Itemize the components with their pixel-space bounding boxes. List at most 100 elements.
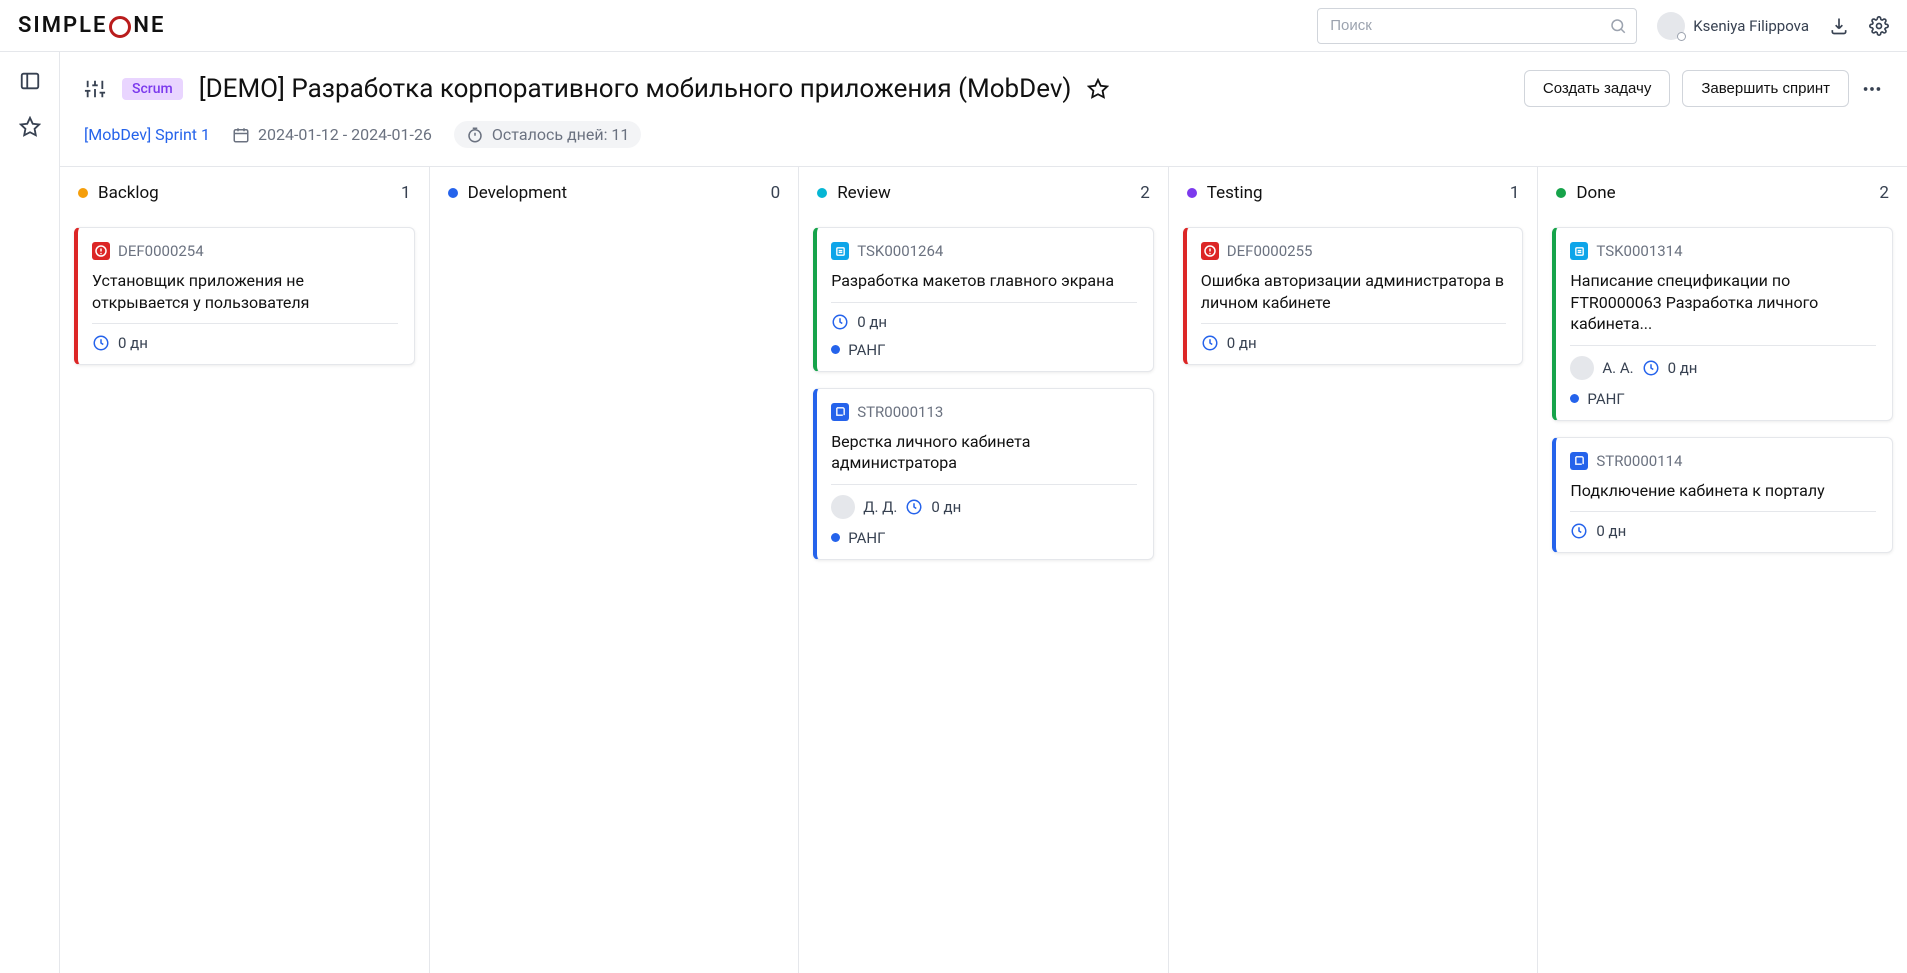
logo[interactable]: SIMPLENE xyxy=(18,13,165,38)
task-id: TSK0001314 xyxy=(1596,242,1682,260)
date-range-text: 2024-01-12 - 2024-01-26 xyxy=(258,125,432,144)
card-meta: 0 дн xyxy=(831,313,1137,331)
assignee-avatar xyxy=(1570,356,1594,380)
gear-icon[interactable] xyxy=(1869,16,1889,36)
column-count: 1 xyxy=(401,183,411,203)
column-title: Testing xyxy=(1207,183,1500,203)
clock-icon xyxy=(1642,359,1660,377)
page-header: Scrum [DEMO] Разработка корпоративного м… xyxy=(60,52,1907,166)
task-card[interactable]: DEF0000255 Ошибка авторизации администрат… xyxy=(1183,227,1524,365)
sliders-icon[interactable] xyxy=(84,78,106,100)
task-id: STR0000113 xyxy=(857,403,943,421)
task-title: Установщик приложения не открывается у п… xyxy=(92,270,398,313)
column-header: Backlog1 xyxy=(60,167,429,219)
task-type-icon xyxy=(1570,242,1588,260)
duration: 0 дн xyxy=(1596,522,1626,540)
card-meta: Д. Д. 0 дн xyxy=(831,495,1137,519)
column-review: Review 2 TSK0001264 Разработка макетов глав… xyxy=(799,167,1169,973)
duration: 0 дн xyxy=(1668,359,1698,377)
column-body: DEF0000254 Установщик приложения не откры… xyxy=(60,219,429,373)
task-id: TSK0001264 xyxy=(857,242,943,260)
panel-icon[interactable] xyxy=(19,70,41,92)
column-count: 2 xyxy=(1879,183,1889,203)
card-id-row: TSK0001264 xyxy=(831,242,1137,260)
tag-label: РАНГ xyxy=(848,341,885,359)
task-title: Верстка личного кабинета администратора xyxy=(831,431,1137,474)
card-id-row: STR0000113 xyxy=(831,403,1137,421)
column-title: Done xyxy=(1576,183,1869,203)
methodology-tag: Scrum xyxy=(122,78,183,100)
column-title: Development xyxy=(468,183,761,203)
favorite-star-icon[interactable] xyxy=(1087,78,1109,100)
card-tag: РАНГ xyxy=(831,341,1137,359)
tag-dot-icon xyxy=(1570,394,1579,403)
column-header: Development0 xyxy=(430,167,799,219)
column-title: Review xyxy=(837,183,1130,203)
tag-dot-icon xyxy=(831,345,840,354)
more-icon[interactable] xyxy=(1861,78,1883,100)
task-title: Ошибка авторизации администратора в личн… xyxy=(1201,270,1507,313)
duration: 0 дн xyxy=(1227,334,1257,352)
clock-icon xyxy=(905,498,923,516)
finish-sprint-button[interactable]: Завершить спринт xyxy=(1682,70,1849,107)
tag-label: РАНГ xyxy=(1587,390,1624,408)
task-id: DEF0000255 xyxy=(1227,242,1313,260)
download-icon[interactable] xyxy=(1829,16,1849,36)
card-id-row: TSK0001314 xyxy=(1570,242,1876,260)
days-remaining-text: Осталось дней: 11 xyxy=(492,125,630,144)
duration: 0 дн xyxy=(857,313,887,331)
user-chip[interactable]: Kseniya Filippova xyxy=(1657,12,1809,40)
task-card[interactable]: TSK0001314 Написание спецификации по FTR0… xyxy=(1552,227,1893,421)
card-meta: 0 дн xyxy=(1201,334,1507,352)
column-dot-icon xyxy=(78,188,88,198)
column-dot-icon xyxy=(817,188,827,198)
logo-o-icon xyxy=(109,16,131,38)
card-divider xyxy=(831,484,1137,485)
star-icon[interactable] xyxy=(19,116,41,138)
column-count: 1 xyxy=(1510,183,1520,203)
task-card[interactable]: STR0000114Подключение кабинета к порталу… xyxy=(1552,437,1893,554)
task-id: DEF0000254 xyxy=(118,242,204,260)
column-body: TSK0001314 Написание спецификации по FTR0… xyxy=(1538,219,1907,561)
column-body xyxy=(430,219,799,235)
create-task-button[interactable]: Создать задачу xyxy=(1524,70,1670,107)
column-count: 2 xyxy=(1140,183,1150,203)
avatar xyxy=(1657,12,1685,40)
column-header: Done 2 xyxy=(1538,167,1907,219)
card-id-row: DEF0000254 xyxy=(92,242,398,260)
sprint-link[interactable]: [MobDev] Sprint 1 xyxy=(84,125,210,144)
timer-icon xyxy=(466,126,484,144)
assignee-name: А. А. xyxy=(1602,359,1633,377)
assignee-name: Д. Д. xyxy=(863,498,897,516)
task-title: Написание спецификации по FTR0000063 Раз… xyxy=(1570,270,1876,335)
card-divider xyxy=(1201,323,1507,324)
column-dot-icon xyxy=(448,188,458,198)
search-input[interactable] xyxy=(1317,8,1637,44)
assignee-chip: А. А. xyxy=(1570,356,1633,380)
left-rail xyxy=(0,52,60,973)
task-type-icon xyxy=(831,403,849,421)
calendar-icon xyxy=(232,126,250,144)
card-divider xyxy=(1570,511,1876,512)
task-card[interactable]: DEF0000254 Установщик приложения не откры… xyxy=(74,227,415,365)
duration: 0 дн xyxy=(118,334,148,352)
search-icon[interactable] xyxy=(1609,17,1627,35)
task-title: Разработка макетов главного экрана xyxy=(831,270,1137,292)
card-divider xyxy=(1570,345,1876,346)
task-card[interactable]: STR0000113 Верстка личного кабинета админ… xyxy=(813,388,1154,560)
task-card[interactable]: TSK0001264 Разработка макетов главного эк… xyxy=(813,227,1154,372)
column-backlog: Backlog1 DEF0000254 Установщик приложения … xyxy=(60,167,430,973)
tag-dot-icon xyxy=(831,533,840,542)
column-dot-icon xyxy=(1556,188,1566,198)
card-tag: РАНГ xyxy=(1570,390,1876,408)
assignee-chip: Д. Д. xyxy=(831,495,897,519)
duration: 0 дн xyxy=(931,498,961,516)
clock-icon xyxy=(1570,522,1588,540)
clock-icon xyxy=(92,334,110,352)
task-type-icon xyxy=(1201,242,1219,260)
card-divider xyxy=(831,302,1137,303)
column-body: TSK0001264 Разработка макетов главного эк… xyxy=(799,219,1168,568)
user-name: Kseniya Filippova xyxy=(1693,17,1809,35)
card-id-row: STR0000114 xyxy=(1570,452,1876,470)
column-done: Done 2 TSK0001314 Написание спецификации по… xyxy=(1538,167,1907,973)
